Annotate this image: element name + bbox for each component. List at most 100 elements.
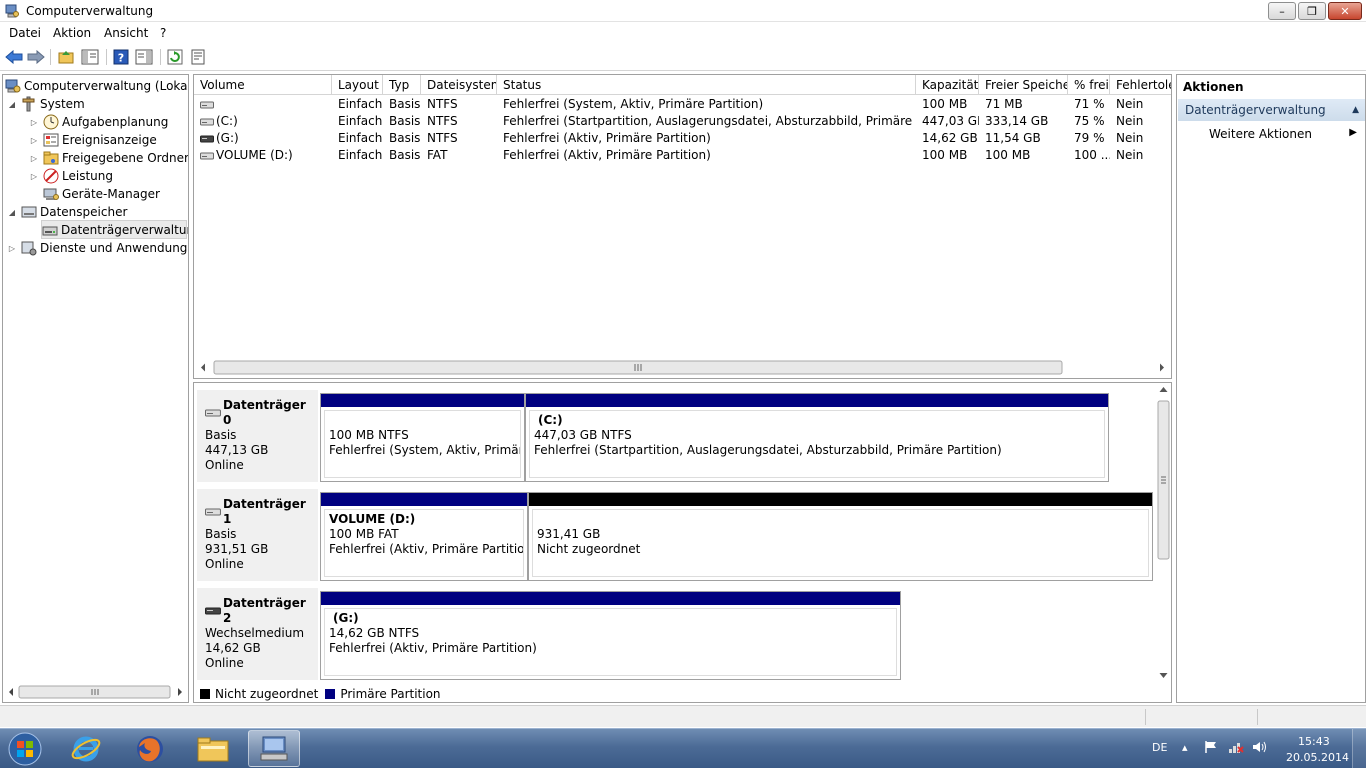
tree-node-geraete-manager[interactable]: Geräte-Manager [43,185,160,203]
legend-unallocated-swatch [200,689,210,699]
export-button[interactable] [188,48,208,66]
partition-body: VOLUME (D:) 100 MB FAT Fehlerfrei (Aktiv… [324,509,524,577]
properties-button[interactable] [134,48,154,66]
computer-management-icon [260,736,288,760]
volume-row[interactable]: (G:) Einfach Basis NTFS Fehlerfrei (Akti… [194,130,1171,147]
restore-button[interactable]: ❐ [1298,2,1326,20]
tree-node-computerverwaltung[interactable]: Computerverwaltung (Lokal) [5,77,189,95]
tree-label: Computerverwaltung (Lokal) [24,79,189,93]
show-hide-tree-button[interactable] [80,48,100,66]
column-header-prozent-frei[interactable]: % frei [1068,75,1110,95]
tree-node-datentraegerverwaltung[interactable]: Datenträgerverwaltung [41,220,188,239]
tree-label: Leistung [62,169,113,183]
taskbar-firefox[interactable] [124,730,176,767]
clock-date[interactable]: 20.05.2014 [1286,751,1349,764]
tree-collapsed-icon[interactable]: ▷ [29,136,39,145]
volume-row[interactable]: Einfach Basis NTFS Fehlerfrei (System, A… [194,96,1171,113]
up-button[interactable] [56,48,76,66]
partition-body: (G:) 14,62 GB NTFS Fehlerfrei (Aktiv, Pr… [324,608,897,676]
network-icon[interactable] [1228,740,1244,757]
tree-node-freigegebene-ordner[interactable]: ▷ Freigegebene Ordner [29,149,189,167]
show-hidden-icons-button[interactable]: ▴ [1182,741,1188,754]
tree-node-datenspeicher[interactable]: ◢ Datenspeicher [7,203,127,221]
volume-row[interactable]: (C:) Einfach Basis NTFS Fehlerfrei (Star… [194,113,1171,130]
tree-node-system[interactable]: ◢ System [7,95,85,113]
forward-button[interactable] [26,48,46,66]
actions-title: Aktionen [1183,80,1244,94]
partition[interactable]: (G:) 14,62 GB NTFS Fehlerfrei (Aktiv, Pr… [320,591,901,680]
menu-datei[interactable]: Datei [9,26,41,40]
menu-aktion[interactable]: Aktion [53,26,91,40]
help-button[interactable]: ? [111,48,131,66]
tree-collapsed-icon[interactable]: ▷ [7,244,17,253]
partition-size: 447,03 GB NTFS [534,428,632,442]
removable-disk-icon [200,132,214,144]
minimize-icon: – [1279,4,1285,18]
tree-expanded-icon[interactable]: ◢ [7,208,17,217]
language-indicator[interactable]: DE [1152,741,1167,754]
primary-partition-bar [321,493,527,506]
clock-time[interactable]: 15:43 [1298,735,1330,748]
tree-node-leistung[interactable]: ▷ Leistung [29,167,113,185]
volume-fault-tolerance: Nein [1116,131,1144,145]
taskbar: DE ▴ 15:43 20.05.2014 [0,728,1366,768]
tree-horizontal-scrollbar[interactable] [5,685,186,699]
status-divider [1145,709,1146,725]
menu-ansicht[interactable]: Ansicht [104,26,148,40]
minimize-button[interactable]: – [1268,2,1296,20]
tree-expanded-icon[interactable]: ◢ [7,100,17,109]
device-manager-icon [43,186,59,202]
removable-disk-icon [205,607,221,615]
window-title: Computerverwaltung [26,4,154,18]
column-header-dateisystem[interactable]: Dateisystem [421,75,497,95]
volume-layout: Einfach [338,97,383,111]
volume-list-horizontal-scrollbar[interactable] [196,359,1169,376]
partition[interactable]: VOLUME (D:) 100 MB FAT Fehlerfrei (Aktiv… [320,492,528,581]
show-desktop-button[interactable] [1352,729,1366,768]
volume-icon[interactable] [1251,740,1267,757]
system-tools-icon [21,96,37,112]
column-header-layout[interactable]: Layout [332,75,383,95]
close-button[interactable]: ✕ [1328,2,1362,20]
volume-name: (C:) [216,114,238,128]
show-hide-tree-icon [81,49,99,65]
refresh-button[interactable] [165,48,185,66]
partition[interactable]: (C:) 447,03 GB NTFS Fehlerfrei (Startpar… [525,393,1109,482]
actions-section-header[interactable]: Datenträgerverwaltung ▲ [1178,99,1365,121]
tree-collapsed-icon[interactable]: ▷ [29,154,39,163]
volume-fault-tolerance: Nein [1116,148,1144,162]
toolbar-separator [50,49,51,65]
back-button[interactable] [4,48,24,66]
disk-info[interactable]: Datenträger 2 Wechselmedium 14,62 GB Onl… [197,588,318,680]
start-button[interactable] [4,730,46,768]
column-header-fehlertoleranz[interactable]: Fehlertoleranz [1110,75,1171,95]
legend-primary-swatch [325,689,336,699]
unallocated-space[interactable]: 931,41 GB Nicht zugeordnet [528,492,1153,581]
volume-row[interactable]: VOLUME (D:) Einfach Basis FAT Fehlerfrei… [194,147,1171,164]
taskbar-computer-management[interactable] [248,730,300,767]
volume-disk-icon [200,149,214,161]
column-header-kapazitaet[interactable]: Kapazität [916,75,979,95]
tree-node-ereignisanzeige[interactable]: ▷ Ereignisanzeige [29,131,157,149]
action-center-flag-icon[interactable] [1204,740,1218,757]
taskbar-internet-explorer[interactable] [60,730,112,767]
tree-collapsed-icon[interactable]: ▷ [29,172,39,181]
tree-node-aufgabenplanung[interactable]: ▷ Aufgabenplanung [29,113,168,131]
column-header-typ[interactable]: Typ [383,75,421,95]
column-header-status[interactable]: Status [497,75,916,95]
tree-collapsed-icon[interactable]: ▷ [29,118,39,127]
partition[interactable]: 100 MB NTFS Fehlerfrei (System, Aktiv, P… [320,393,525,482]
storage-icon [21,204,37,220]
disk-view-vertical-scrollbar[interactable] [1156,383,1171,683]
tree-node-dienste[interactable]: ▷ Dienste und Anwendungen [7,239,188,257]
collapse-arrow-icon[interactable]: ▲ [1352,99,1359,121]
menu-help[interactable]: ? [160,26,166,40]
tree-label: Freigegebene Ordner [62,151,189,165]
disk-info[interactable]: Datenträger 1 Basis 931,51 GB Online [197,489,318,581]
taskbar-file-explorer[interactable] [187,730,239,767]
disk-info[interactable]: Datenträger 0 Basis 447,13 GB Online [197,390,318,482]
volume-typ: Basis [389,131,421,145]
column-header-volume[interactable]: Volume [194,75,332,95]
more-actions-item[interactable]: Weitere Aktionen [1209,127,1312,141]
column-header-freier-speicher[interactable]: Freier Speicher [979,75,1068,95]
